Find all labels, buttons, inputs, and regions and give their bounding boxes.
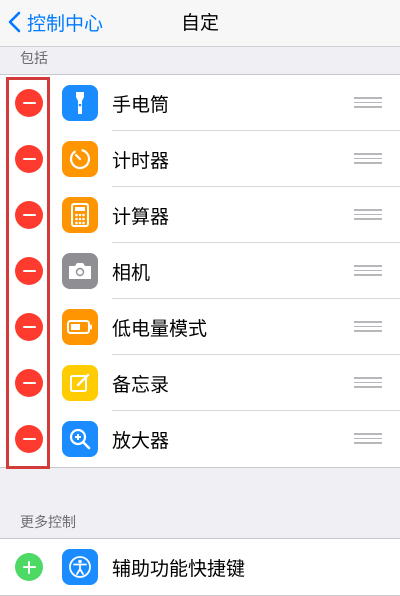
battery-icon: [62, 309, 98, 345]
item-label: 备忘录: [112, 374, 170, 396]
reorder-handle-icon[interactable]: [354, 377, 382, 389]
item-label: 相机: [112, 262, 151, 284]
list-item: 计时器: [0, 131, 400, 187]
add-button[interactable]: [15, 553, 43, 581]
calculator-icon: [62, 197, 98, 233]
section-header-more-controls: 更多控制: [20, 515, 76, 531]
page-title: 自定: [180, 12, 219, 34]
reorder-handle-icon[interactable]: [354, 153, 382, 165]
reorder-handle-icon[interactable]: [354, 433, 382, 445]
included-list: 手电筒 计时器 计算器 相机 低电量模式 备忘录 放大器: [0, 74, 400, 468]
notes-icon: [62, 365, 98, 401]
list-item: 低电量模式: [0, 299, 400, 355]
list-item: 放大器: [0, 411, 400, 467]
plus-icon: [22, 560, 36, 574]
magnifier-icon: [62, 421, 98, 457]
accessibility-icon: [62, 549, 98, 585]
item-label: 计算器: [112, 206, 170, 228]
item-label: 手电筒: [112, 94, 170, 116]
item-label: 放大器: [112, 430, 170, 452]
camera-icon: [62, 253, 98, 289]
list-item: 计算器: [0, 187, 400, 243]
section-header-included: 包括: [20, 51, 48, 67]
list-item: 辅助功能快捷键: [0, 539, 400, 595]
navigation-bar: 控制中心 自定: [0, 0, 400, 47]
highlight-annotation: [6, 77, 50, 469]
reorder-handle-icon[interactable]: [354, 209, 382, 221]
list-item: 相机: [0, 243, 400, 299]
reorder-handle-icon[interactable]: [354, 321, 382, 333]
more-controls-list: 辅助功能快捷键: [0, 538, 400, 596]
item-label: 低电量模式: [112, 318, 208, 340]
list-item: 手电筒: [0, 75, 400, 131]
list-item: 备忘录: [0, 355, 400, 411]
timer-icon: [62, 141, 98, 177]
flashlight-icon: [62, 85, 98, 121]
reorder-handle-icon[interactable]: [354, 97, 382, 109]
item-label: 计时器: [112, 150, 170, 172]
reorder-handle-icon[interactable]: [354, 265, 382, 277]
item-label: 辅助功能快捷键: [112, 558, 246, 580]
